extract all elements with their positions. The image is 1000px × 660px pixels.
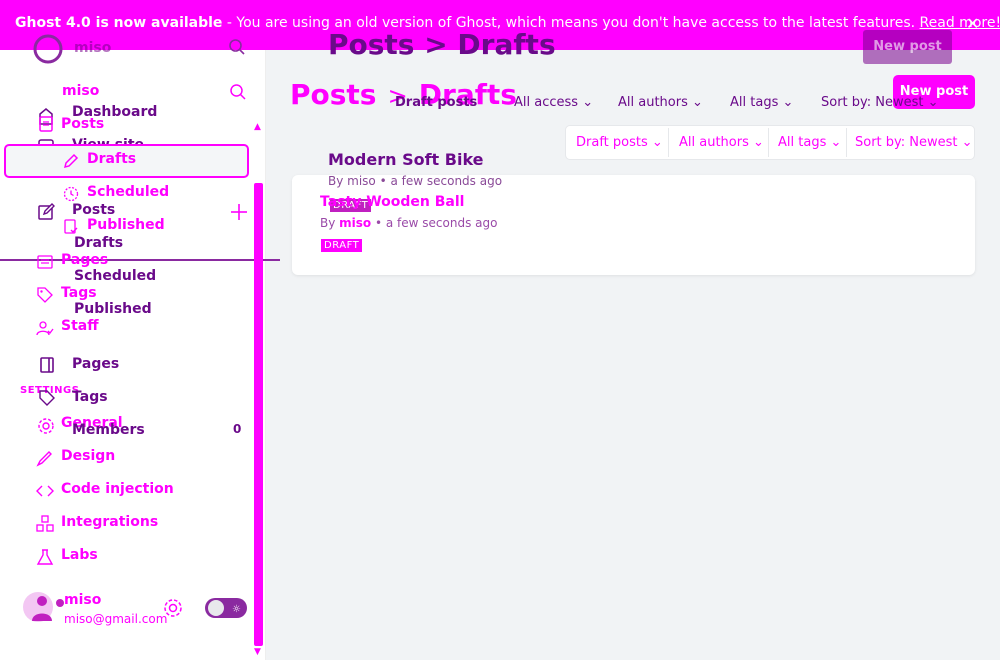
user-name[interactable]: miso (64, 592, 101, 608)
svg-text:☼: ☼ (232, 604, 241, 615)
ghost-filter-sort: Sort by: Newest ⌄ (821, 95, 939, 110)
filter-author-dropdown[interactable]: All authors ⌄ (679, 135, 764, 150)
ghost-nav-drafts: Drafts (74, 235, 124, 251)
ghost-nav-published: Published (74, 301, 152, 317)
banner-message: - You are using an old version of Ghost,… (222, 15, 920, 31)
ghost-search-icon (228, 38, 246, 56)
filter-divider (668, 128, 669, 157)
ghost-site-name: miso (74, 40, 112, 56)
nav-published[interactable]: Published (87, 217, 165, 233)
banner-close-icon[interactable]: ✕ (966, 14, 979, 33)
post-author[interactable]: miso (339, 216, 371, 230)
ghost-posts-edit-icon (36, 202, 56, 222)
breadcrumb-posts-link[interactable]: Posts (290, 78, 376, 111)
ghost-tags-icon (38, 389, 56, 407)
settings-gear-icon[interactable] (162, 597, 184, 619)
ghost-nav-pages: Pages (72, 356, 120, 372)
ghost-nav-scheduled: Scheduled (74, 268, 157, 284)
site-name[interactable]: miso (62, 83, 99, 99)
banner-version-text: Ghost 4.0 is now available (15, 15, 223, 31)
ghost-members-count: 0 (233, 422, 242, 436)
posts-icon (36, 114, 56, 134)
user-avatar[interactable] (20, 591, 66, 627)
scheduled-clock-icon (62, 185, 80, 203)
nav-scheduled[interactable]: Scheduled (87, 184, 169, 200)
integrations-icon (36, 515, 54, 533)
sidebar-scroll-down-icon[interactable]: ▼ (254, 647, 261, 657)
nav-drafts-label[interactable]: Drafts (87, 151, 136, 167)
sidebar-scrollbar-thumb[interactable] (254, 183, 263, 646)
code-injection-icon (36, 482, 54, 500)
user-email: miso@gmail.com (64, 612, 168, 626)
post-title-link[interactable]: Tasty Wooden Ball (320, 194, 464, 210)
sidebar-scroll-up-icon[interactable]: ▲ (254, 122, 261, 132)
search-icon[interactable] (229, 83, 247, 101)
filter-type-dropdown[interactable]: Draft posts ⌄ (576, 135, 663, 150)
nav-integrations[interactable]: Integrations (61, 514, 158, 530)
ghost-post-meta: By miso • a few seconds ago (328, 174, 503, 188)
published-icon (62, 218, 80, 236)
nav-pages[interactable]: Pages (61, 252, 108, 268)
ghost-pages-icon (38, 356, 56, 374)
filter-divider (768, 128, 769, 157)
labs-flask-icon (36, 548, 54, 566)
ghost-breadcrumb: Posts > Drafts (328, 28, 556, 61)
filter-tag-dropdown[interactable]: All tags ⌄ (778, 135, 841, 150)
post-meta: By miso • a few seconds ago (320, 216, 498, 230)
design-brush-icon (36, 449, 54, 467)
nav-labs[interactable]: Labs (61, 547, 98, 563)
staff-icon (36, 319, 54, 337)
drafts-pencil-icon (62, 152, 80, 170)
pages-icon (36, 253, 54, 271)
night-mode-toggle[interactable]: ☼ (204, 597, 248, 619)
ghost-site-logo (32, 33, 64, 65)
tags-icon (36, 286, 54, 304)
nav-tags[interactable]: Tags (61, 285, 97, 301)
ghost-filter-access: All access ⌄ (514, 95, 594, 110)
filter-sort-dropdown[interactable]: Sort by: Newest ⌄ (855, 135, 973, 150)
ghost-filter-draft-posts: Draft posts (395, 95, 478, 110)
ghost-post-title: Modern Soft Bike (328, 150, 484, 169)
ghost-filter-authors: All authors ⌄ (618, 95, 703, 110)
ghost-new-post-button: New post (863, 30, 952, 64)
filter-divider (846, 128, 847, 157)
nav-code-injection[interactable]: Code injection (61, 481, 174, 497)
ghost-nav-members: Members (72, 422, 145, 438)
general-gear-icon (36, 416, 56, 436)
new-post-plus-icon[interactable] (229, 202, 249, 222)
nav-posts[interactable]: Posts (61, 116, 104, 132)
ghost-filter-tags: All tags ⌄ (730, 95, 794, 110)
nav-design[interactable]: Design (61, 448, 115, 464)
nav-staff[interactable]: Staff (61, 318, 99, 334)
ghost-nav-posts: Posts (72, 202, 116, 218)
ghost-nav-tags: Tags (72, 389, 108, 405)
draft-status-badge: DRAFT (321, 239, 363, 252)
banner-read-more-link[interactable]: Read more! (920, 15, 1000, 31)
